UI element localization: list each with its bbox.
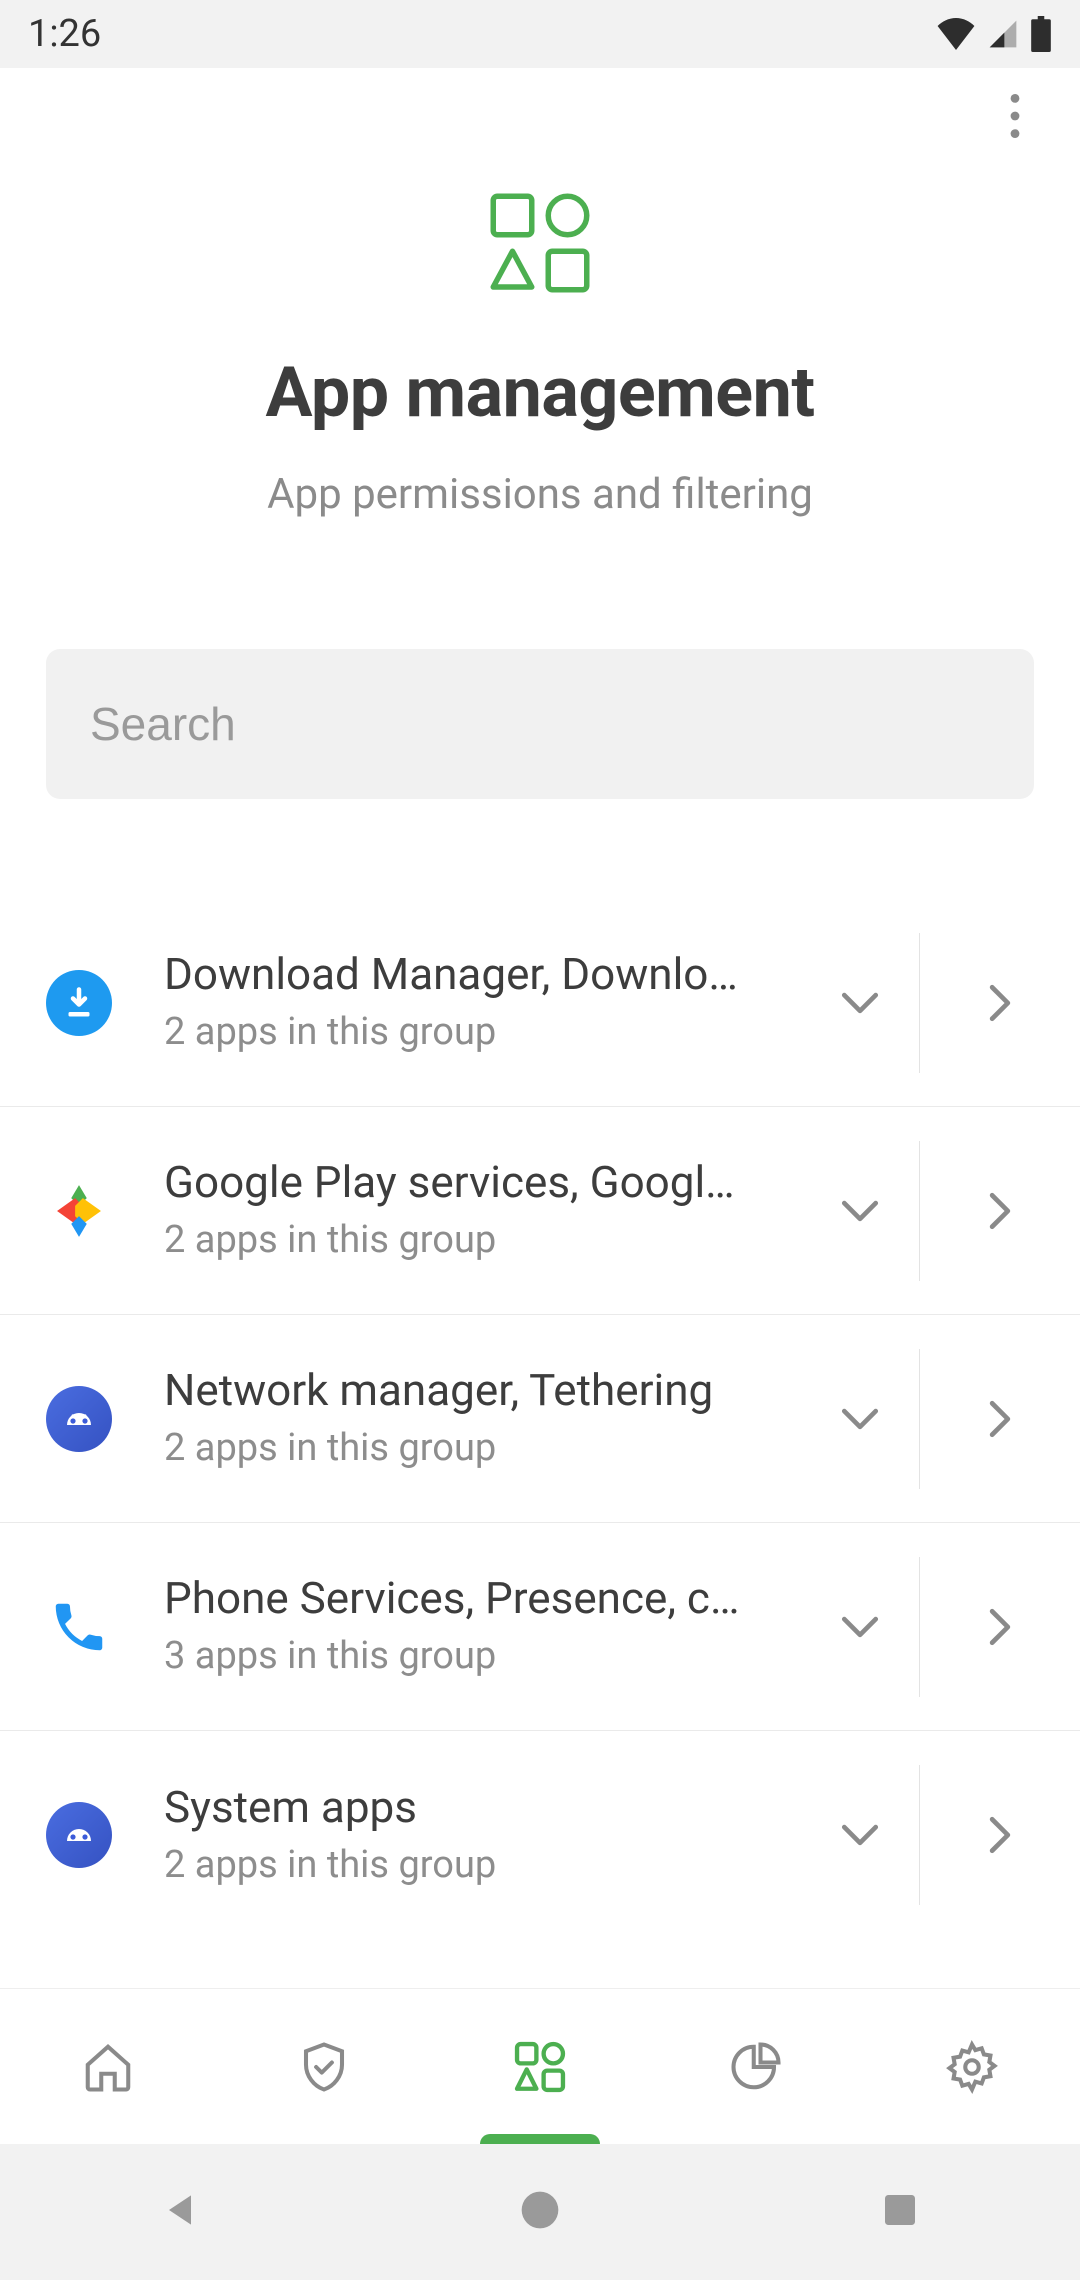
row-actions bbox=[800, 1141, 1080, 1281]
tab-stats[interactable] bbox=[648, 1989, 864, 2144]
row-actions bbox=[800, 1765, 1080, 1905]
main-content: App management App permissions and filte… bbox=[0, 68, 1080, 1988]
app-group-row[interactable]: Network manager, Tethering 2 apps in thi… bbox=[0, 1315, 1080, 1523]
triangle-back-icon bbox=[158, 2188, 202, 2232]
apps-icon bbox=[511, 2038, 569, 2096]
chevron-down-icon bbox=[841, 1408, 879, 1430]
overflow-menu-button[interactable] bbox=[994, 78, 1036, 158]
search-field[interactable] bbox=[46, 649, 1034, 799]
chevron-down-icon bbox=[841, 1824, 879, 1846]
tab-protection[interactable] bbox=[216, 1989, 432, 2144]
google-play-icon bbox=[46, 1178, 112, 1244]
app-group-text: Google Play services, Googl… 2 apps in t… bbox=[164, 1155, 800, 1265]
detail-button[interactable] bbox=[920, 933, 1080, 1073]
chevron-down-icon bbox=[841, 1616, 879, 1638]
expand-button[interactable] bbox=[800, 1349, 920, 1489]
app-group-count: 2 apps in this group bbox=[164, 1008, 790, 1057]
status-time: 1:26 bbox=[28, 12, 101, 56]
gear-icon bbox=[945, 2040, 999, 2094]
chevron-down-icon bbox=[841, 1200, 879, 1222]
status-icons bbox=[936, 16, 1052, 52]
page-header: App management App permissions and filte… bbox=[0, 168, 1080, 649]
cell-icon bbox=[986, 18, 1020, 50]
app-group-text: Download Manager, Downlo… 2 apps in this… bbox=[164, 947, 800, 1057]
square-recents-icon bbox=[880, 2190, 920, 2230]
app-group-count: 2 apps in this group bbox=[164, 1424, 790, 1473]
chevron-right-icon bbox=[989, 1400, 1011, 1438]
download-icon bbox=[46, 970, 112, 1036]
search-input[interactable] bbox=[90, 697, 990, 751]
phone-icon bbox=[46, 1594, 112, 1660]
app-group-title: Download Manager, Downlo… bbox=[164, 947, 790, 1002]
chevron-right-icon bbox=[989, 1816, 1011, 1854]
app-group-count: 2 apps in this group bbox=[164, 1216, 790, 1265]
battery-icon bbox=[1030, 16, 1052, 52]
app-group-title: Network manager, Tethering bbox=[164, 1363, 790, 1418]
page-subtitle: App permissions and filtering bbox=[267, 470, 813, 519]
chevron-down-icon bbox=[841, 992, 879, 1014]
nav-recents-button[interactable] bbox=[800, 2190, 1000, 2234]
app-management-icon bbox=[485, 188, 595, 302]
detail-button[interactable] bbox=[920, 1765, 1080, 1905]
detail-button[interactable] bbox=[920, 1141, 1080, 1281]
nav-back-button[interactable] bbox=[80, 2188, 280, 2236]
home-icon bbox=[81, 2040, 135, 2094]
tab-home[interactable] bbox=[0, 1989, 216, 2144]
top-bar bbox=[0, 68, 1080, 168]
bottom-tabs bbox=[0, 1988, 1080, 2144]
tab-settings[interactable] bbox=[864, 1989, 1080, 2144]
app-group-row[interactable]: Download Manager, Downlo… 2 apps in this… bbox=[0, 899, 1080, 1107]
shield-icon bbox=[297, 2040, 351, 2094]
detail-button[interactable] bbox=[920, 1349, 1080, 1489]
circle-home-icon bbox=[518, 2188, 562, 2232]
chevron-right-icon bbox=[989, 1608, 1011, 1646]
android-icon bbox=[46, 1802, 112, 1868]
app-group-title: Phone Services, Presence, c… bbox=[164, 1571, 790, 1626]
app-group-title: Google Play services, Googl… bbox=[164, 1155, 790, 1210]
system-nav-bar bbox=[0, 2144, 1080, 2280]
expand-button[interactable] bbox=[800, 933, 920, 1073]
expand-button[interactable] bbox=[800, 1557, 920, 1697]
search-container bbox=[0, 649, 1080, 799]
app-group-list: Download Manager, Downlo… 2 apps in this… bbox=[0, 899, 1080, 1939]
chevron-right-icon bbox=[989, 984, 1011, 1022]
tab-apps[interactable] bbox=[432, 1989, 648, 2144]
row-actions bbox=[800, 1557, 1080, 1697]
app-group-text: System apps 2 apps in this group bbox=[164, 1780, 800, 1890]
row-actions bbox=[800, 1349, 1080, 1489]
nav-home-button[interactable] bbox=[440, 2188, 640, 2236]
app-group-row[interactable]: Google Play services, Googl… 2 apps in t… bbox=[0, 1107, 1080, 1315]
chevron-right-icon bbox=[989, 1192, 1011, 1230]
app-group-row[interactable]: Phone Services, Presence, c… 3 apps in t… bbox=[0, 1523, 1080, 1731]
expand-button[interactable] bbox=[800, 1141, 920, 1281]
status-bar: 1:26 bbox=[0, 0, 1080, 68]
app-group-count: 2 apps in this group bbox=[164, 1841, 790, 1890]
app-group-count: 3 apps in this group bbox=[164, 1632, 790, 1681]
pie-chart-icon bbox=[729, 2040, 783, 2094]
more-vert-icon bbox=[1010, 94, 1020, 138]
app-group-row[interactable]: System apps 2 apps in this group bbox=[0, 1731, 1080, 1939]
expand-button[interactable] bbox=[800, 1765, 920, 1905]
row-actions bbox=[800, 933, 1080, 1073]
detail-button[interactable] bbox=[920, 1557, 1080, 1697]
app-group-text: Phone Services, Presence, c… 3 apps in t… bbox=[164, 1571, 800, 1681]
wifi-icon bbox=[936, 18, 976, 50]
android-icon bbox=[46, 1386, 112, 1452]
page-title: App management bbox=[265, 352, 814, 434]
app-group-title: System apps bbox=[164, 1780, 790, 1835]
app-group-text: Network manager, Tethering 2 apps in thi… bbox=[164, 1363, 800, 1473]
